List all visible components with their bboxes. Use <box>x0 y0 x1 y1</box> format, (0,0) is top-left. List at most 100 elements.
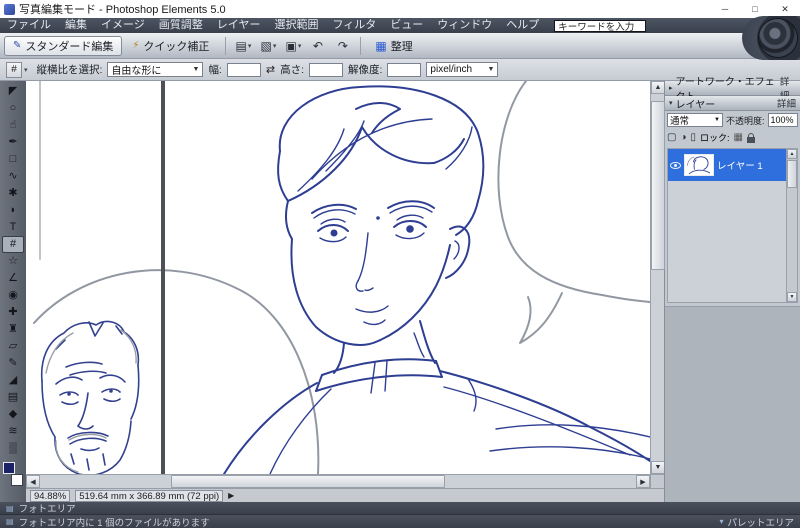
menu-image[interactable]: イメージ <box>94 18 152 33</box>
keyword-search-input[interactable] <box>554 19 647 32</box>
print-button[interactable]: ▣ ▾ <box>282 36 304 56</box>
brush-tool[interactable]: ✎ <box>2 355 24 372</box>
blend-mode-select[interactable]: 通常 ▼ <box>667 113 723 127</box>
minimize-button[interactable]: ─ <box>710 0 740 18</box>
caret-down-icon: ▾ <box>297 42 302 50</box>
layers-scroll-up-icon[interactable]: ▲ <box>787 149 797 159</box>
menu-window[interactable]: ウィンドウ <box>430 18 499 33</box>
scroll-down-arrow[interactable]: ▼ <box>651 461 665 474</box>
layers-details-link[interactable]: 詳細 <box>777 96 796 110</box>
delete-layer-icon[interactable]: ▯ <box>691 132 697 143</box>
vertical-scroll-thumb[interactable] <box>651 101 665 271</box>
gradient-tool[interactable]: ▤ <box>2 389 24 406</box>
layer-name: レイヤー 1 <box>717 161 763 172</box>
opacity-input[interactable]: 100% <box>767 113 798 127</box>
lock-all-icon[interactable] <box>746 132 755 143</box>
photo-bin-status-row: ▤ フォトエリア内に 1 個のファイルがあります ▾ パレットエリア <box>0 515 800 528</box>
menu-view[interactable]: ビュー <box>383 18 430 33</box>
organize-button[interactable]: ▦ 整理 <box>367 36 420 56</box>
new-adjustment-layer-icon[interactable]: ◑ <box>680 132 686 143</box>
open-button[interactable]: ▧ ▾ <box>257 36 279 56</box>
swap-dimensions-icon[interactable]: ⇄ <box>266 63 275 76</box>
red-eye-tool[interactable]: ◉ <box>2 287 24 304</box>
marquee-tool[interactable]: □ <box>2 151 24 168</box>
undo-button[interactable]: ↶ <box>307 36 329 56</box>
status-info-arrow-icon[interactable]: ▶ <box>228 491 234 500</box>
menu-enhance[interactable]: 画質調整 <box>152 18 210 33</box>
menu-select[interactable]: 選択範囲 <box>267 18 325 33</box>
layers-palette-header[interactable]: ▾ レイヤー 詳細 <box>665 96 800 111</box>
menu-filter[interactable]: フィルタ <box>325 18 383 33</box>
blur-tool[interactable]: ≋ <box>2 423 24 440</box>
aspect-ratio-select[interactable]: 自由な形に ▼ <box>107 62 204 77</box>
shape-tool[interactable]: ◆ <box>2 406 24 423</box>
new-layer-icon[interactable]: ▢ <box>667 132 676 143</box>
resolution-input[interactable] <box>387 62 422 77</box>
selection-brush-tool[interactable]: ◗ <box>2 202 24 219</box>
foreground-color-swatch[interactable] <box>3 462 15 474</box>
clone-stamp-tool[interactable]: ♜ <box>2 321 24 338</box>
tab-quick-fix[interactable]: ⚡ クイック補正 <box>124 36 217 56</box>
photo-bin-header[interactable]: ▤ フォトエリア <box>0 502 800 515</box>
zoom-tool[interactable]: ○ <box>2 100 24 117</box>
separator <box>360 36 362 55</box>
layers-scrollbar[interactable]: ▲ ▼ <box>786 149 797 302</box>
magic-wand-tool[interactable]: ✱ <box>2 185 24 202</box>
caret-down-icon: ▾ <box>24 66 28 74</box>
resolution-unit-select[interactable]: pixel/inch ▼ <box>426 62 499 77</box>
type-tool[interactable]: T <box>2 219 24 236</box>
layer-visibility-eye-icon[interactable] <box>670 161 681 169</box>
scroll-right-arrow[interactable]: ▶ <box>636 475 650 488</box>
lock-transparency-icon[interactable]: ▦ <box>734 132 743 143</box>
menu-file[interactable]: ファイル <box>0 18 58 33</box>
horizontal-scroll-thumb[interactable] <box>171 475 446 488</box>
width-input[interactable] <box>226 62 261 77</box>
straighten-tool[interactable]: ∠ <box>2 270 24 287</box>
width-label: 幅: <box>208 64 222 76</box>
tool-icon: ▱ <box>8 340 18 352</box>
menu-help[interactable]: ヘルプ <box>499 18 546 33</box>
layer-row-layer1[interactable]: レイヤー 1 <box>668 149 786 181</box>
tool-icon: ◢ <box>8 374 18 386</box>
color-swatches <box>3 462 23 486</box>
redo-button[interactable]: ↷ <box>332 36 354 56</box>
lasso-tool[interactable]: ∿ <box>2 168 24 185</box>
vertical-scrollbar[interactable]: ▲ ▼ <box>650 81 665 474</box>
palette-area-label: パレットエリア <box>727 517 794 528</box>
layers-scroll-down-icon[interactable]: ▼ <box>787 292 797 302</box>
photoshop-elements-window: 写真編集モード - Photoshop Elements 5.0 ─ □ ✕ フ… <box>0 0 800 528</box>
tab-standard-edit[interactable]: ✎ スタンダード編集 <box>4 35 123 56</box>
height-input[interactable] <box>309 62 343 77</box>
vertical-scroll-track[interactable] <box>651 94 665 461</box>
hand-tool[interactable]: ☝ <box>2 117 24 134</box>
scroll-left-arrow[interactable]: ◀ <box>26 475 40 488</box>
artwork-effects-palette-header[interactable]: ▸ アートワーク・エフェクト 詳細 <box>665 77 800 103</box>
eyedropper-tool[interactable]: ✒ <box>2 134 24 151</box>
zoom-level[interactable]: 94.88% <box>30 489 71 502</box>
layer-thumbnail[interactable] <box>684 154 714 176</box>
canvas-artwork[interactable] <box>26 81 650 474</box>
shortcut-button-icon: ▣ <box>285 38 297 53</box>
healing-brush-tool[interactable]: ✚ <box>2 304 24 321</box>
tool-preset-picker[interactable]: # ▾ <box>6 61 28 78</box>
menubar: ファイル 編集 イメージ 画質調整 レイヤー 選択範囲 フィルタ ビュー ウィンドウ ヘルプ <box>0 18 800 33</box>
crop-tool[interactable]: # <box>2 236 24 253</box>
scroll-up-arrow[interactable]: ▲ <box>651 81 665 94</box>
layers-scroll-thumb[interactable] <box>787 160 797 188</box>
eraser-tool[interactable]: ▱ <box>2 338 24 355</box>
new-file-button[interactable]: ▤ ▾ <box>232 36 254 56</box>
cookie-cutter-tool[interactable]: ☆ <box>2 253 24 270</box>
background-color-swatch[interactable] <box>11 474 23 486</box>
sponge-tool[interactable]: ▒ <box>2 440 24 457</box>
menu-edit[interactable]: 編集 <box>58 18 94 33</box>
document-canvas[interactable] <box>26 81 650 474</box>
document-status-bar: 94.88% 519.64 mm x 366.89 mm (72 ppi) ▶ <box>26 488 664 502</box>
horizontal-scroll-track[interactable] <box>40 475 636 488</box>
move-tool[interactable]: ◤ <box>2 83 24 100</box>
palette-area-toggle[interactable]: ▾ パレットエリア <box>719 515 794 528</box>
paint-bucket-tool[interactable]: ◢ <box>2 372 24 389</box>
separator <box>225 36 227 55</box>
photo-bin-status: フォトエリア内に 1 個のファイルがあります <box>18 517 210 528</box>
menu-layer[interactable]: レイヤー <box>210 18 268 33</box>
horizontal-scrollbar[interactable]: ◀ ▶ <box>26 474 650 488</box>
